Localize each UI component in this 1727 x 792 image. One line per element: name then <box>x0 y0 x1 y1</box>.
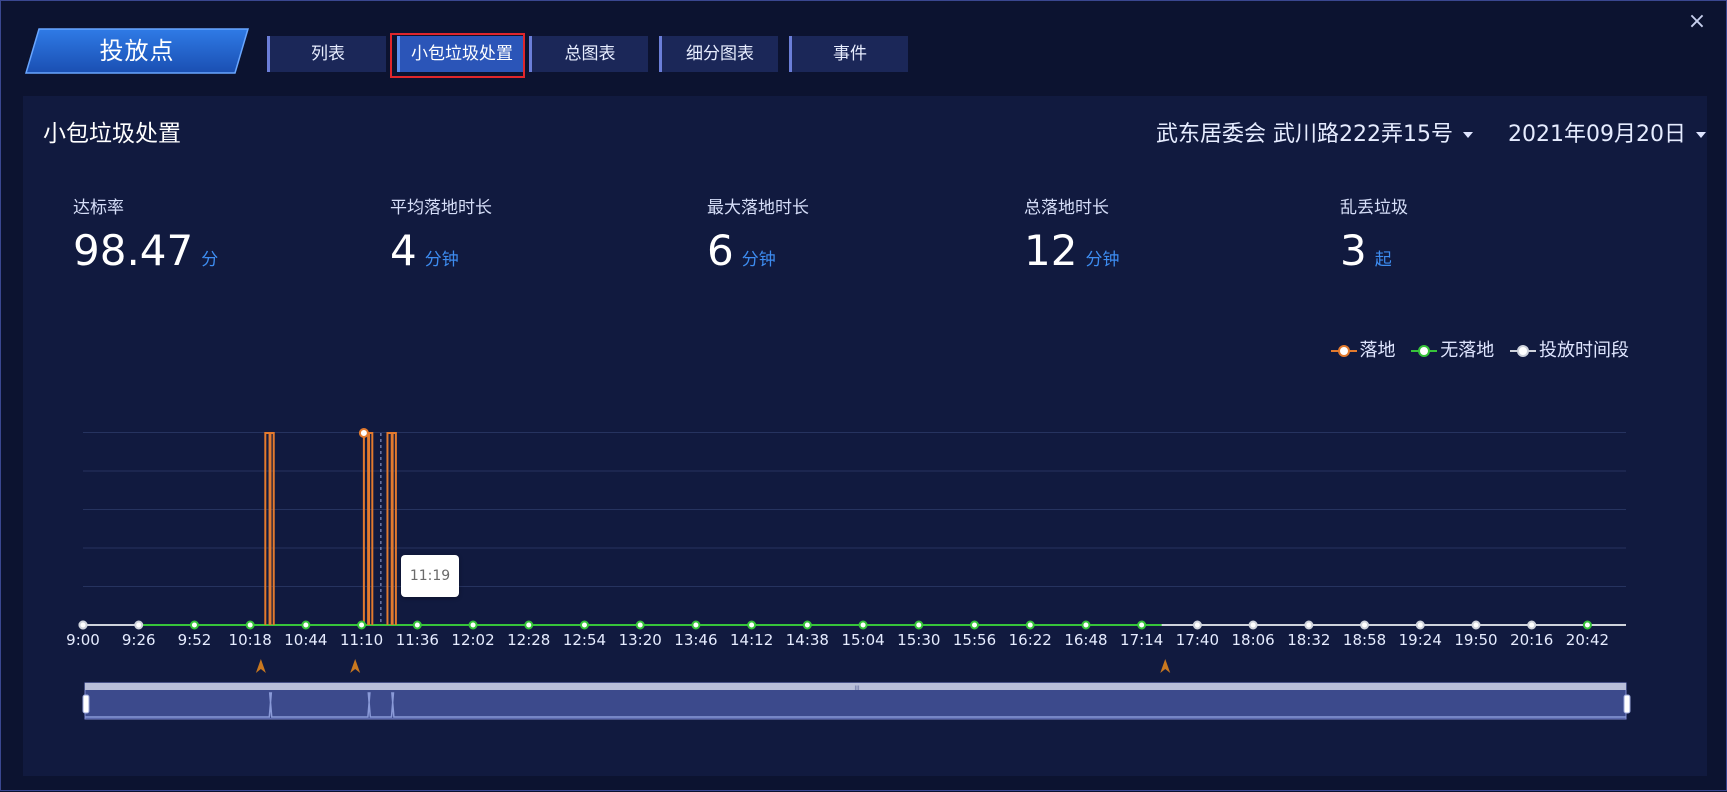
event-marker <box>1160 659 1171 673</box>
x-tick-label: 19:50 <box>1454 631 1497 649</box>
not-landed-point <box>914 620 924 630</box>
not-landed-point <box>1582 620 1592 630</box>
x-tick-label: 10:18 <box>229 631 272 649</box>
x-tick-label: 15:04 <box>841 631 884 649</box>
x-tick-label: 11:10 <box>340 631 383 649</box>
not-landed-point <box>635 620 645 630</box>
x-tick-label: 9:26 <box>122 631 156 649</box>
drop-period-point <box>1304 620 1314 630</box>
x-tick-label: 12:54 <box>563 631 606 649</box>
drop-period-point <box>78 620 88 630</box>
drop-period-point <box>1527 620 1537 630</box>
not-landed-point <box>357 620 367 630</box>
not-landed-point <box>189 620 199 630</box>
not-landed-point <box>579 620 589 630</box>
not-landed-point <box>1025 620 1035 630</box>
x-tick-label: 15:56 <box>953 631 996 649</box>
drop-period-point <box>1471 620 1481 630</box>
x-tick-label: 14:38 <box>786 631 829 649</box>
event-marker <box>255 659 266 673</box>
drop-period-point <box>1192 620 1202 630</box>
x-tick-label: 17:40 <box>1176 631 1219 649</box>
x-tick-label: 17:14 <box>1120 631 1163 649</box>
not-landed-point <box>858 620 868 630</box>
x-tick-label: 10:44 <box>284 631 327 649</box>
x-tick-label: 9:00 <box>66 631 100 649</box>
not-landed-point <box>691 620 701 630</box>
timeline-chart[interactable]: 9:00 9:26 9:52 10:18 10:44 11:10 11:36 12:02 12:… <box>1 1 1727 792</box>
x-tick-label: 14:12 <box>730 631 773 649</box>
not-landed-point <box>245 620 255 630</box>
x-tick-label: 16:22 <box>1009 631 1052 649</box>
zoom-grip-icon: III <box>854 685 860 692</box>
not-landed-point <box>1137 620 1147 630</box>
landed-segment-inner <box>390 433 394 625</box>
not-landed-point <box>301 620 311 630</box>
not-landed-point <box>802 620 812 630</box>
zoom-handle-left <box>82 694 90 714</box>
x-tick-label: 11:36 <box>396 631 439 649</box>
not-landed-point <box>524 620 534 630</box>
chart-tooltip: 11:19 <box>401 555 459 597</box>
landed-point <box>358 428 369 438</box>
x-tick-label: 20:42 <box>1566 631 1609 649</box>
event-marker <box>350 659 361 673</box>
drop-period-point <box>1248 620 1258 630</box>
x-tick-label: 19:24 <box>1399 631 1442 649</box>
not-landed-point <box>747 620 757 630</box>
zoom-handle-right <box>1623 694 1631 714</box>
x-tick-label: 16:48 <box>1064 631 1107 649</box>
not-landed-point <box>1081 620 1091 630</box>
x-tick-label: 12:28 <box>507 631 550 649</box>
x-tick-label: 18:32 <box>1287 631 1330 649</box>
not-landed-point <box>412 620 422 630</box>
drop-period-point <box>1360 620 1370 630</box>
landed-segment-inner <box>268 433 272 625</box>
x-tick-label: 20:16 <box>1510 631 1553 649</box>
landed-segment-inner <box>367 433 371 625</box>
x-tick-label: 13:20 <box>619 631 662 649</box>
drop-period-point <box>134 620 144 630</box>
x-tick-label: 13:46 <box>674 631 717 649</box>
x-tick-label: 18:06 <box>1231 631 1274 649</box>
x-tick-label: 12:02 <box>451 631 494 649</box>
x-tick-label: 9:52 <box>178 631 212 649</box>
x-tick-label: 18:58 <box>1343 631 1386 649</box>
dialog-window: × 投放点 列表 小包垃圾处置 总图表 细分图表 事件 小包垃圾处置 武东居委会… <box>0 0 1727 791</box>
not-landed-point <box>468 620 478 630</box>
drop-period-point <box>1415 620 1425 630</box>
not-landed-point <box>970 620 980 630</box>
x-tick-label: 15:30 <box>897 631 940 649</box>
